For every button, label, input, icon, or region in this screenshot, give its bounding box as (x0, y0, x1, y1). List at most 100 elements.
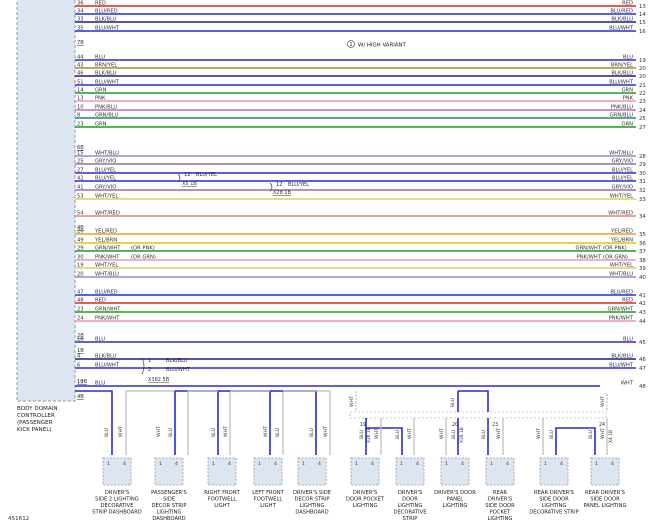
connector-group-labels: 7B 6B 4B 2B 1B 10B 4B (77, 40, 88, 400)
wire-pin: 24 (77, 316, 84, 322)
wire-color-label: PNK (95, 96, 106, 102)
wire-row: 15 WHT/BLU WHT/BLU 28 (75, 151, 646, 160)
wire-pin: 18 (77, 337, 84, 343)
wire-pin: 54 (77, 211, 84, 217)
component-name-line: SIDE DOOR (485, 503, 515, 509)
component-name-line: LIGHTING (157, 510, 182, 516)
component-name-line: SIDE (163, 497, 175, 503)
component-pin: 4 (123, 461, 126, 467)
wire-color-label: BLU/WHT (95, 26, 120, 32)
component: 1 4 DRIVER'SDOOR POCKETLIGHTING (346, 457, 385, 509)
wire-color-label-right: RED (622, 1, 633, 7)
component-pin: 4 (416, 461, 419, 467)
wire-color-label-right: BRN/YEL (611, 63, 633, 69)
wire-row: 13 PNK PNK 23 (75, 96, 646, 105)
component-pin: 1 (445, 461, 448, 467)
wire-row: 46 BLK/BLU BLK/BLU 20 (75, 71, 646, 80)
component-name-line: DECOR STRIP (295, 497, 330, 503)
wire-color-label: WHT (600, 428, 606, 439)
wire-color-label: BLU (211, 428, 217, 437)
component-pin: 4 (371, 461, 374, 467)
wire-row: 41 GRY/VIO GRY/VIO 32 (75, 185, 646, 194)
wire-color-label: BLU (95, 55, 105, 61)
component-name-line: STRIP (403, 516, 418, 522)
wire-row: 23 GRN GRN 27 (75, 122, 646, 131)
module-name-line: (PASSENGER (17, 420, 53, 426)
row-number: 15 (639, 20, 646, 26)
wire-color-label: GRY/VIO (95, 185, 116, 191)
wire-pin: 19 (77, 263, 84, 269)
wire-pin: 30 (77, 255, 84, 261)
inline-pin: 2 (148, 367, 151, 373)
wire-color-label: BLU/YEL (95, 176, 116, 182)
component-name-line: DOOR (402, 497, 418, 503)
component-name-line: SIDE DOOR (590, 497, 620, 503)
inline-connector-id: X382 5B (148, 377, 170, 383)
component-pin: 1 (302, 461, 305, 467)
wire-row: 44 BLU BLU 19 (75, 55, 646, 64)
note-text: W/ HIGH VARIANT (358, 43, 407, 49)
row-number: 32 (639, 188, 646, 194)
splice-pin: 20 (452, 422, 458, 428)
wire-row: 24 PNK/WHT PNK/WHT 44 (75, 316, 646, 325)
inline-pin: 1 (148, 358, 151, 364)
wire-color-label-right: BLU (623, 55, 633, 61)
component-name-line: RIGHT FRONT (204, 490, 240, 496)
component-name-line: SIDE DOOR (539, 497, 569, 503)
component-name-line: DRIVER'S SIDE (293, 490, 331, 496)
wire-color-label: GRY/VIO (95, 159, 116, 165)
blu-feed-wire (175, 390, 219, 455)
component: 1 4 REARDRIVER'SSIDE DOORPOCKETLIGHTING (485, 457, 515, 522)
wire-color-label: BLU (309, 428, 315, 437)
row-number: 29 (639, 162, 646, 168)
component-name-line: DECORATIVE (393, 510, 426, 516)
wire-color-label: PNK/WHT (95, 316, 120, 322)
wire-pin: 15 (77, 151, 84, 157)
component-pin: 4 (318, 461, 321, 467)
inline-wire-label: BLU/WHT (166, 367, 191, 373)
wire-alt-color-right: (OR GRN) (603, 255, 628, 261)
wire-color-label: WHT (118, 426, 124, 437)
component-name-line: REAR DRIVER'S (534, 490, 574, 496)
wire-color-label: BLU (95, 337, 105, 343)
row-number: 30 (639, 171, 646, 177)
component: 1 4 DRIVER'S SIDEDECOR STRIPLIGHTINGDASHBO… (293, 457, 331, 516)
row-number: 48 (639, 384, 646, 390)
wire-row: 18 BLU BLU 45 (75, 337, 646, 346)
component-name-line: DRIVER'S DOOR (434, 490, 476, 496)
component-pin: 4 (228, 461, 231, 467)
wire-pin: 44 (77, 55, 84, 61)
wire-color-label: WHT (374, 428, 380, 439)
component-pin: 1 (258, 461, 261, 467)
wire-alt-color: (OR GRN) (131, 255, 156, 261)
connector-label: 4B (77, 394, 84, 400)
wire-pin: 34 (77, 9, 84, 15)
wire-color-label-right: GRN/BLU (610, 113, 633, 119)
wire-color-label: YEL/BRN (94, 238, 117, 244)
row-number: 36 (639, 241, 646, 247)
wire-color-label-right: WHT/YEL (610, 194, 633, 200)
component-pin: 4 (461, 461, 464, 467)
wire-row: 10 PNK/BLU PNK/BLU 24 (75, 105, 646, 114)
row-number: 21 (639, 83, 646, 89)
row-number: 45 (639, 340, 646, 346)
row-number: 39 (639, 266, 646, 272)
wire-color-label: BLU (395, 430, 401, 439)
wire-pin: 51 (77, 80, 84, 86)
wht-return-wire (230, 390, 284, 455)
wire-pin: 6 (77, 363, 80, 369)
component-pin: 1 (490, 461, 493, 467)
splice-pin: 19 (360, 422, 366, 428)
wire-color-label: BLU (95, 381, 105, 387)
wire-color-label: RED (95, 298, 106, 304)
wire-color-label: WHT (156, 426, 162, 437)
wire-pin: 25 (77, 159, 84, 165)
wire-pin: 10 (77, 105, 84, 111)
wire-pin: 47 (77, 290, 84, 296)
module-name-line: CONTROLLER (17, 413, 55, 419)
row-number: 13 (639, 4, 646, 10)
wire-pin: 14 (77, 88, 84, 94)
wire-row: 48 RED RED 42 (75, 298, 646, 307)
component-name-line: REAR DRIVER'S (585, 490, 625, 496)
wire-color-label-right: BLK/BLU (611, 17, 633, 23)
